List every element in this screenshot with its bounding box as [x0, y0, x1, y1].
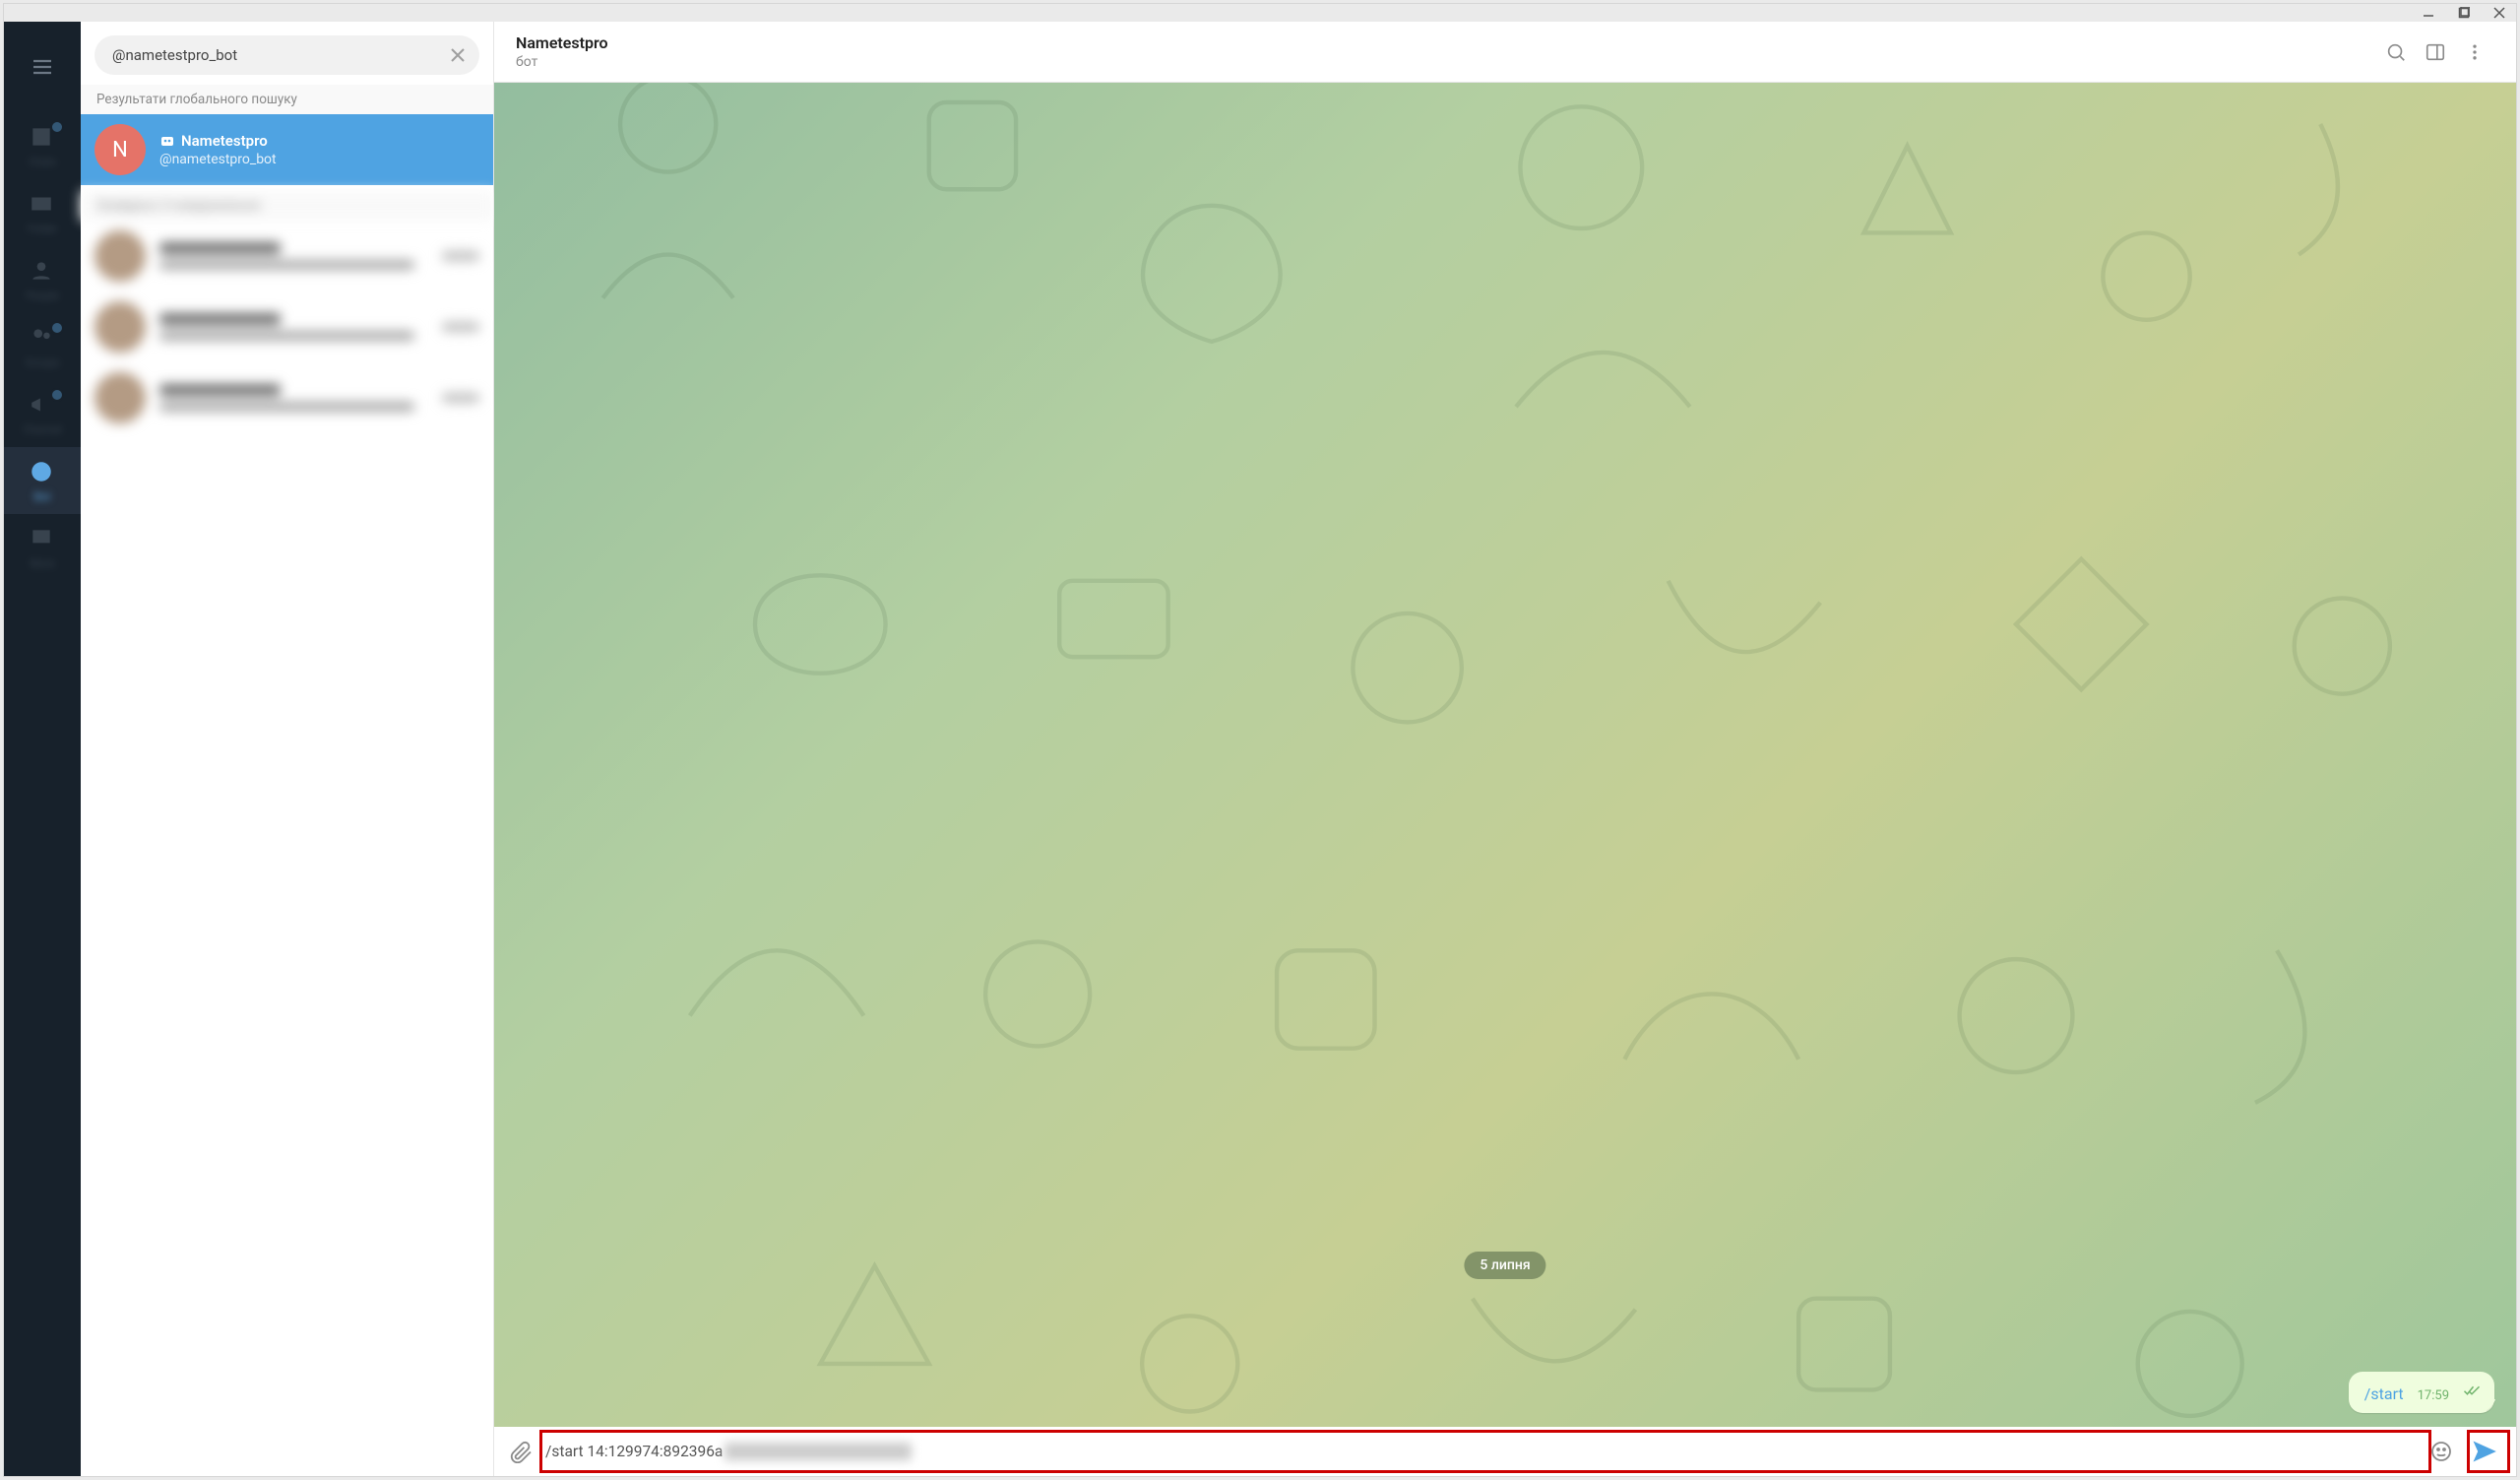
- window-close-button[interactable]: [2492, 6, 2506, 20]
- message-time: 17:59: [2418, 1388, 2449, 1403]
- app-window: Chats Folder People Groups Channel Bot: [4, 4, 2516, 1476]
- message-text: /start: [2364, 1384, 2404, 1403]
- redacted-token: [724, 1443, 912, 1460]
- search-input[interactable]: [112, 46, 438, 64]
- message-composer: /start 14:129974:892396a: [494, 1427, 2516, 1476]
- global-results-header: Результати глобального пошуку: [81, 85, 493, 114]
- chat-pane: Nametestpro бот: [494, 22, 2516, 1476]
- search-result-selected[interactable]: N Nametestpro @nametestpro_bot: [81, 114, 493, 185]
- messages-area[interactable]: 5 липня /start 17:59: [494, 83, 2516, 1427]
- clear-search-icon[interactable]: [448, 45, 468, 65]
- chat-background-pattern: [494, 83, 2516, 1427]
- rail-item-3[interactable]: People: [4, 246, 81, 313]
- window-maximize-button[interactable]: [2457, 6, 2471, 20]
- result-title: Nametestpro: [181, 132, 268, 150]
- other-results-blurred: Знайдено 3 повідомлення: [81, 185, 493, 433]
- menu-button[interactable]: [31, 55, 54, 79]
- chat-subtitle: бот: [516, 54, 2376, 70]
- date-separator: 5 липня: [1464, 1252, 1545, 1279]
- outgoing-message[interactable]: /start 17:59: [2349, 1372, 2494, 1413]
- chat-title[interactable]: Nametestpro: [516, 33, 2376, 52]
- typed-text: /start 14:129974:892396a: [545, 1443, 723, 1460]
- window-minimize-button[interactable]: [2422, 6, 2435, 20]
- rail-item-bot[interactable]: Bot: [4, 447, 81, 514]
- result-handle: @nametestpro_bot: [159, 152, 277, 167]
- list-item[interactable]: [81, 362, 493, 433]
- chat-search-button[interactable]: [2376, 32, 2416, 72]
- read-ticks-icon: [2463, 1382, 2481, 1403]
- send-button[interactable]: [2465, 1433, 2502, 1470]
- search-field[interactable]: [94, 35, 479, 75]
- list-item[interactable]: [81, 221, 493, 291]
- result-avatar: N: [94, 124, 146, 175]
- rail-item-7[interactable]: More: [4, 514, 81, 581]
- more-menu-button[interactable]: [2455, 32, 2494, 72]
- list-item[interactable]: [81, 291, 493, 362]
- emoji-button[interactable]: [2427, 1438, 2455, 1465]
- left-icon-rail: Chats Folder People Groups Channel Bot: [4, 22, 81, 1476]
- rail-item-2[interactable]: Folder: [4, 179, 81, 246]
- rail-item-5[interactable]: Channel: [4, 380, 81, 447]
- chat-header: Nametestpro бот: [494, 22, 2516, 83]
- message-input[interactable]: /start 14:129974:892396a: [545, 1433, 2418, 1470]
- chat-list-panel: Результати глобального пошуку N Nametest…: [81, 22, 494, 1476]
- rail-item-1[interactable]: Chats: [4, 112, 81, 179]
- bot-icon: [159, 133, 175, 149]
- window-titlebar: [4, 4, 2516, 22]
- rail-item-4[interactable]: Groups: [4, 313, 81, 380]
- side-panel-button[interactable]: [2416, 32, 2455, 72]
- attach-button[interactable]: [508, 1438, 536, 1465]
